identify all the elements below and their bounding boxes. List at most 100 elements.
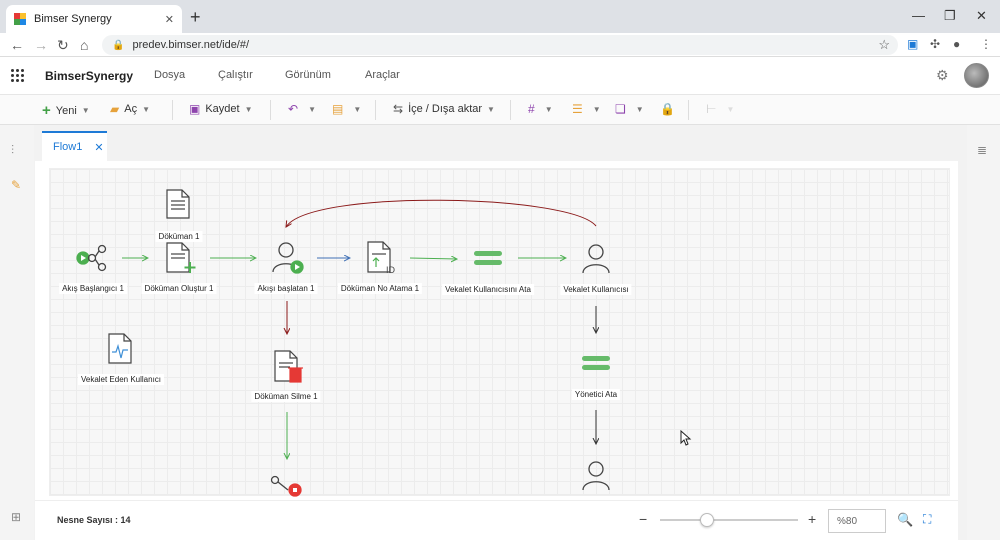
reload-icon[interactable]: ↻: [57, 36, 69, 54]
hierarchy-icon: ⊢: [706, 102, 717, 116]
home-icon[interactable]: ⌂: [80, 36, 88, 54]
node-label: Döküman No Atama 1: [337, 283, 423, 294]
chevron-down-icon: ▼: [81, 106, 90, 115]
grid-icon: #: [528, 102, 535, 116]
settings-gear-icon[interactable]: ⚙: [936, 67, 949, 84]
node-label: Döküman 1: [155, 231, 203, 242]
import-export-icon: ⇆: [393, 102, 404, 116]
menu-view[interactable]: Görünüm: [285, 69, 331, 81]
left-rail: ⫶ ✎ ⊞: [0, 125, 34, 540]
clipboard-button[interactable]: ▤ ▼: [332, 102, 361, 116]
menu-run[interactable]: Çalıştır: [218, 69, 253, 81]
restore-button[interactable]: ❐: [944, 8, 956, 24]
extensions-icon[interactable]: ✣: [930, 37, 940, 51]
zoom-slider-track[interactable]: [660, 519, 798, 521]
url-text: predev.bimser.net/ide/#/: [132, 39, 250, 51]
close-window-button[interactable]: ✕: [976, 8, 987, 24]
tab-close-icon[interactable]: ✕: [94, 141, 103, 154]
browser-menu-icon[interactable]: ⋮: [980, 37, 992, 51]
start-share-icon[interactable]: [76, 244, 107, 272]
chevron-down-icon: ▼: [544, 104, 553, 114]
app-launcher-icon[interactable]: [11, 69, 24, 82]
new-label: Yeni: [55, 104, 77, 117]
arrange-button[interactable]: ❏ ▼: [615, 102, 644, 116]
assign-icon[interactable]: [582, 356, 610, 370]
document-wave-icon[interactable]: [108, 333, 132, 364]
flow-icon[interactable]: ⊞: [11, 510, 21, 524]
zoom-level-field[interactable]: %80: [828, 509, 886, 533]
object-count: Nesne Sayısı : 14: [57, 515, 131, 525]
lock-button[interactable]: 🔒: [660, 102, 680, 116]
document-add-icon[interactable]: [166, 242, 196, 273]
node-label: Vekalet Kullanıcısını Ata: [442, 284, 534, 295]
tab-flow1[interactable]: Flow1 ✕: [42, 131, 107, 161]
node-label: Akış Başlangıcı 1: [59, 283, 127, 294]
align-button[interactable]: ☰ ▼: [572, 102, 601, 116]
hierarchy-button[interactable]: ⊢ ▼: [706, 102, 734, 116]
app-brand: BimserSynergy: [45, 69, 134, 83]
document-id-icon[interactable]: ID: [367, 241, 396, 275]
chevron-down-icon: ▼: [592, 104, 601, 114]
zoom-in-button[interactable]: +: [808, 511, 816, 527]
back-arrow-icon[interactable]: ←: [10, 36, 24, 54]
end-flow-icon[interactable]: [270, 475, 302, 497]
toolbar-divider: [172, 100, 173, 120]
fit-to-screen-icon[interactable]: ⛶: [923, 512, 931, 527]
import-export-button[interactable]: ⇆ İçe / Dışa aktar ▼: [393, 102, 495, 116]
node-label: Akışı başlatan 1: [254, 283, 318, 294]
browser-tab[interactable]: Bimser Synergy ✕: [6, 5, 182, 33]
chevron-down-icon: ▼: [244, 104, 253, 114]
undo-icon: ↶: [288, 102, 299, 116]
document-delete-icon[interactable]: [274, 350, 303, 383]
layers-icon[interactable]: ≣: [977, 143, 987, 157]
browser-tab-bar: Bimser Synergy ✕ + — ❐ ✕: [0, 0, 1000, 33]
forward-arrow-icon[interactable]: →: [34, 36, 48, 54]
open-button[interactable]: ▰ Aç ▼: [110, 102, 150, 116]
chevron-down-icon: ▼: [635, 104, 644, 114]
chevron-down-icon: ▼: [487, 104, 495, 114]
menu-tools[interactable]: Araçlar: [365, 69, 400, 81]
node-label: Döküman Silme 1: [251, 391, 321, 402]
flow-diagram: ID: [76, 189, 610, 497]
zoom-search-icon[interactable]: 🔍: [897, 512, 913, 528]
document-icon[interactable]: [166, 189, 190, 219]
undo-button[interactable]: ↶ ▼: [288, 102, 316, 116]
menu-file[interactable]: Dosya: [154, 69, 185, 81]
connector-arrow[interactable]: [409, 258, 457, 259]
align-icon: ☰: [572, 102, 583, 116]
right-rail: ≣: [967, 125, 1000, 540]
node-label: Yönetici Ata: [571, 389, 621, 400]
lock-icon: 🔒: [660, 102, 675, 116]
status-bar: Nesne Sayısı : 14 − + %80 🔍 ⛶: [35, 500, 958, 540]
chevron-down-icon: ▼: [142, 104, 150, 114]
plus-icon: +: [42, 102, 51, 119]
profile-icon[interactable]: ●: [953, 37, 960, 51]
connector-arrow[interactable]: [286, 199, 597, 227]
bookmark-star-icon[interactable]: ☆: [878, 37, 890, 53]
grid-button[interactable]: # ▼: [528, 102, 553, 116]
minimize-button[interactable]: —: [912, 8, 925, 23]
clipboard-icon: ▤: [332, 102, 344, 116]
user-icon[interactable]: [582, 244, 610, 274]
save-label: Kaydet: [205, 103, 240, 115]
flow-canvas[interactable]: ID Akış Başlangıcı 1 Döküman 1 Döküman O…: [49, 168, 950, 497]
toolbar-divider: [270, 100, 271, 120]
zoom-slider-thumb[interactable]: [700, 513, 714, 527]
user-icon[interactable]: [582, 461, 610, 491]
assign-icon[interactable]: [474, 251, 502, 265]
bimser-favicon-icon: [14, 13, 26, 25]
settings-sliders-icon[interactable]: ⫶: [11, 143, 14, 158]
save-icon: ▣: [189, 102, 201, 116]
translate-icon[interactable]: ▣: [907, 37, 918, 51]
save-button[interactable]: ▣ Kaydet ▼: [189, 102, 253, 116]
open-label: Aç: [124, 103, 138, 115]
user-avatar[interactable]: [964, 63, 989, 88]
new-tab-button[interactable]: +: [190, 6, 201, 28]
zoom-out-button[interactable]: −: [639, 511, 647, 527]
url-field[interactable]: 🔒 predev.bimser.net/ide/#/ ☆: [102, 35, 898, 55]
user-start-icon[interactable]: [272, 242, 304, 274]
palette-icon[interactable]: ✎: [11, 178, 21, 192]
browser-tab-close-icon[interactable]: ✕: [165, 13, 174, 26]
browser-tab-title: Bimser Synergy: [34, 13, 112, 25]
new-button[interactable]: + Yeni ▼: [42, 102, 90, 119]
